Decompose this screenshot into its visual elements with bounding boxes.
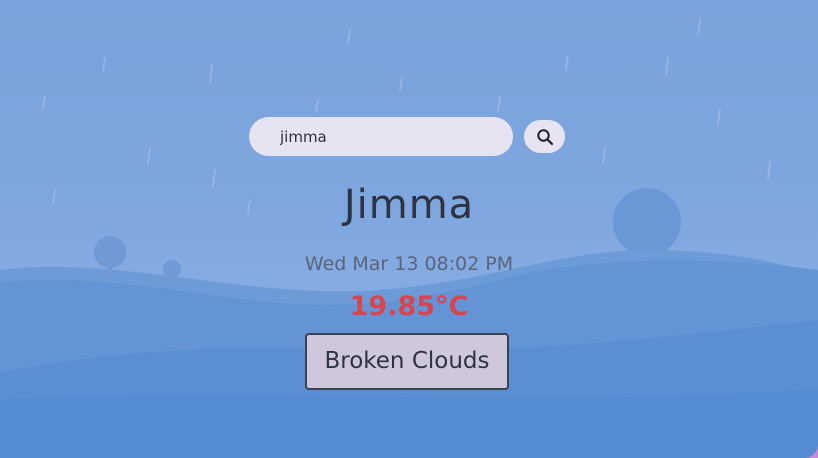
date-time: Wed Mar 13 08:02 PM [304, 253, 514, 275]
search-button[interactable] [524, 120, 565, 153]
weather-app: Jimma Wed Mar 13 08:02 PM 19.85°C Broken… [0, 0, 818, 458]
search-icon [536, 128, 553, 145]
weather-condition-badge: Broken Clouds [305, 333, 509, 390]
city-search-input[interactable] [249, 117, 513, 156]
temperature: 19.85°C [349, 291, 469, 322]
foreground-hill [0, 390, 818, 458]
city-name: Jimma [343, 182, 475, 228]
